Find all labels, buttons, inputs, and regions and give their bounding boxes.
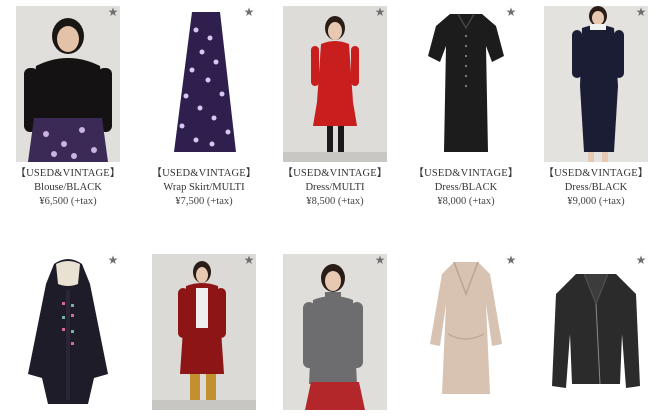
product-card[interactable]: ★ [4,254,132,415]
product-category: 【USED&VINTAGE】 [151,168,257,179]
product-photo[interactable]: ★ [16,254,120,410]
product-price: ¥9,000 (+tax) [567,196,625,207]
product-category: 【USED&VINTAGE】 [282,168,388,179]
product-card[interactable]: ★ 【USED&VINTAGE】 Wrap Skirt/MULTI ¥7,500… [140,6,268,209]
product-photo[interactable]: ★ [283,254,387,410]
star-icon[interactable]: ★ [504,254,518,267]
star-icon[interactable]: ★ [242,6,256,19]
product-photo[interactable]: ★ [16,6,120,162]
product-photo[interactable]: ★ [414,6,518,162]
product-photo[interactable]: ★ [152,6,256,162]
product-info: 【USED&VINTAGE】 Dress/BLACK ¥8,000 (+tax) [402,167,530,209]
product-card[interactable]: ★ 【USED&VINTAGE】 Dress/BLACK ¥9,000 (+ta… [532,6,660,209]
product-name[interactable]: Dress/BLACK [402,181,530,195]
product-card[interactable]: ★ [140,254,268,415]
product-photo[interactable]: ★ [544,254,648,410]
product-price: ¥8,500 (+tax) [306,196,364,207]
star-icon[interactable]: ★ [106,254,120,267]
star-icon[interactable]: ★ [634,6,648,19]
product-price: ¥7,500 (+tax) [175,196,233,207]
product-info: 【USED&VINTAGE】 Dress/MULTI ¥8,500 (+tax) [271,167,399,209]
product-card[interactable]: ★ [532,254,660,415]
product-card[interactable]: ★ [271,254,399,415]
product-photo[interactable]: ★ [544,6,648,162]
product-photo[interactable]: ★ [283,6,387,162]
product-category: 【USED&VINTAGE】 [15,168,121,179]
product-card[interactable]: ★ [402,254,530,415]
product-info: 【USED&VINTAGE】 Wrap Skirt/MULTI ¥7,500 (… [140,167,268,209]
product-category: 【USED&VINTAGE】 [543,168,649,179]
star-icon[interactable]: ★ [634,254,648,267]
star-icon[interactable]: ★ [373,254,387,267]
star-icon[interactable]: ★ [242,254,256,267]
product-photo[interactable]: ★ [152,254,256,410]
product-name[interactable]: Dress/MULTI [271,181,399,195]
product-info: 【USED&VINTAGE】 Blouse/BLACK ¥6,500 (+tax… [4,167,132,209]
product-name[interactable]: Dress/BLACK [532,181,660,195]
product-card[interactable]: ★ 【USED&VINTAGE】 Dress/BLACK ¥8,000 (+ta… [402,6,530,209]
product-name[interactable]: Wrap Skirt/MULTI [140,181,268,195]
product-photo[interactable]: ★ [414,254,518,410]
product-info: 【USED&VINTAGE】 Dress/BLACK ¥9,000 (+tax) [532,167,660,209]
product-card[interactable]: ★ 【USED&VINTAGE】 Dress/MULTI ¥8,500 (+ta… [271,6,399,209]
product-grid: ★ 【USED&VINTAGE】 Blouse/BLACK ¥6,500 (+t… [0,0,667,416]
product-card[interactable]: ★ 【USED&VINTAGE】 Blouse/BLACK ¥6,500 (+t… [4,6,132,209]
star-icon[interactable]: ★ [504,6,518,19]
product-price: ¥6,500 (+tax) [39,196,97,207]
star-icon[interactable]: ★ [373,6,387,19]
star-icon[interactable]: ★ [106,6,120,19]
product-name[interactable]: Blouse/BLACK [4,181,132,195]
product-price: ¥8,000 (+tax) [437,196,495,207]
product-category: 【USED&VINTAGE】 [413,168,519,179]
